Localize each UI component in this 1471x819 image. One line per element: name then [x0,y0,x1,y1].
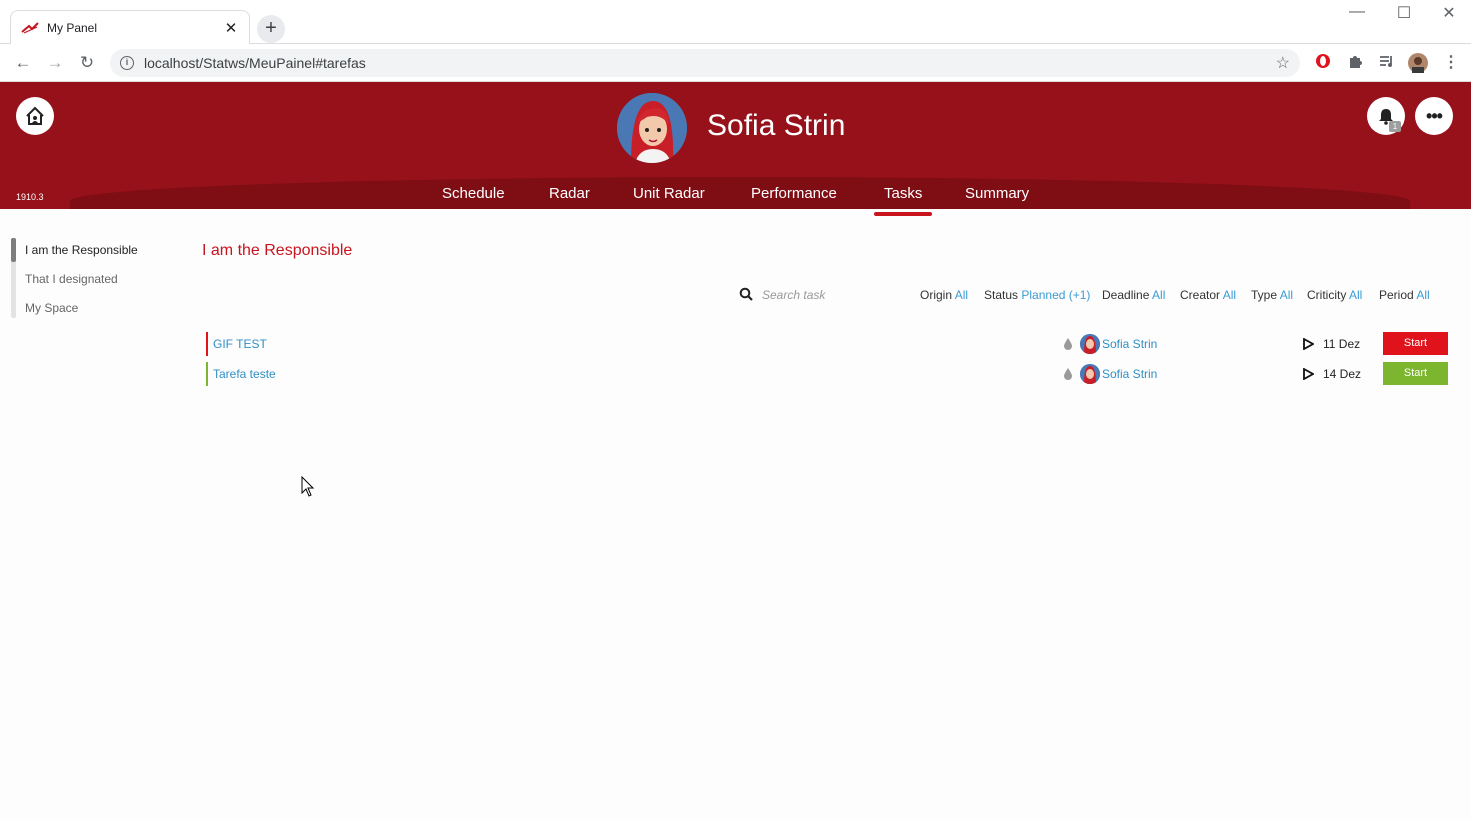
window-close-icon[interactable]: ✕ [1426,3,1471,23]
nav-performance[interactable]: Performance [751,185,837,202]
browser-toolbar: ← → ↻ i localhost/Statws/MeuPainel#taref… [0,44,1471,82]
filter-value: All [954,288,969,302]
task-owner[interactable]: Sofia Strin [1102,337,1157,351]
opera-icon[interactable] [1313,53,1333,73]
filter-type[interactable]: Type All [1251,288,1293,302]
start-button[interactable]: Start [1383,362,1448,385]
filter-label: Origin [920,288,953,302]
filter-status[interactable]: Status Planned (+1) [984,288,1090,302]
start-button[interactable]: Start [1383,332,1448,355]
filter-label: Status [984,288,1019,302]
notification-badge: 1 [1389,121,1401,132]
tab-close-icon[interactable]: ✕ [223,19,239,37]
filter-label: Criticity [1307,288,1347,302]
new-tab-button[interactable]: + [257,15,285,43]
sidebar-item-designated[interactable]: That I designated [25,272,118,286]
forward-icon[interactable]: → [42,50,68,76]
site-info-icon[interactable]: i [120,56,134,70]
search-icon [739,287,753,301]
task-name[interactable]: GIF TEST [213,337,267,351]
minimize-icon[interactable]: — [1334,3,1380,21]
filter-value: All [1416,288,1430,302]
menu-icon[interactable]: ⋮ [1441,53,1461,73]
priority-bar [206,332,208,356]
extensions-icon[interactable] [1345,53,1365,73]
owner-avatar [1080,364,1100,384]
filter-value: All [1279,288,1294,302]
filter-value: All [1222,288,1237,302]
avatar[interactable] [617,93,687,163]
filter-label: Creator [1180,288,1221,302]
profile-name: Sofia Strin [707,109,846,142]
task-date: 11 Dez [1323,337,1361,351]
filter-label: Type [1251,288,1278,302]
filter-period[interactable]: Period All [1379,288,1430,302]
maximize-icon[interactable]: ☐ [1381,3,1427,23]
filter-deadline[interactable]: Deadline All [1102,288,1165,302]
priority-bar [206,362,208,386]
search-input[interactable] [762,286,892,304]
address-bar[interactable]: i localhost/Statws/MeuPainel#tarefas ☆ [110,49,1300,77]
page-title: I am the Responsible [202,242,353,259]
task-date: 14 Dez [1323,367,1362,381]
task-name[interactable]: Tarefa teste [213,367,276,381]
profile-icon[interactable] [1408,53,1428,73]
tab-title: My Panel [47,21,98,35]
home-icon [26,106,44,125]
nav-summary[interactable]: Summary [965,185,1029,202]
filter-label: Deadline [1102,288,1150,302]
back-icon[interactable]: ← [10,50,36,76]
sidebar-active-indicator [11,238,16,262]
drop-icon [1064,368,1072,380]
filter-value: Planned (+1) [1021,288,1091,302]
reload-icon[interactable]: ↻ [74,50,100,76]
filter-creator[interactable]: Creator All [1180,288,1236,302]
filter-criticity[interactable]: Criticity All [1307,288,1362,302]
home-button[interactable] [16,97,54,135]
filter-label: Period [1379,288,1414,302]
browser-tabstrip: My Panel ✕ + — ☐ ✕ [0,0,1471,45]
filter-value: All [1152,288,1166,302]
more-options-button[interactable]: ••• [1415,97,1453,135]
drop-icon [1064,338,1072,350]
table-row: Tarefa teste Sofia Strin 14 Dez Start [206,362,1450,386]
table-row: GIF TEST Sofia Strin 11 Dez Start [206,332,1450,356]
mouse-cursor-icon [301,476,315,497]
url-text: localhost/Statws/MeuPainel#tarefas [144,55,366,71]
play-icon [1303,368,1314,380]
play-icon [1303,338,1314,350]
filter-origin[interactable]: Origin All [920,288,968,302]
nav-radar[interactable]: Radar [549,185,590,202]
browser-tab[interactable]: My Panel ✕ [10,10,250,45]
main-nav: Schedule Radar Unit Radar Performance Ta… [0,185,1471,209]
media-icon[interactable] [1376,53,1396,73]
app-header: 1910.3 Sofia Strin 1 ••• Schedule Radar … [0,82,1471,209]
bookmark-star-icon[interactable]: ☆ [1276,53,1290,73]
nav-unit-radar[interactable]: Unit Radar [633,185,705,202]
owner-avatar [1080,334,1100,354]
nav-schedule[interactable]: Schedule [442,185,505,202]
sidebar-item-my-space[interactable]: My Space [25,301,78,315]
task-owner[interactable]: Sofia Strin [1102,367,1157,381]
filter-value: All [1349,288,1363,302]
app-favicon-icon [21,22,39,34]
active-tab-indicator [874,212,932,216]
ellipsis-icon: ••• [1426,105,1443,126]
sidebar-item-responsible[interactable]: I am the Responsible [25,243,138,257]
nav-tasks[interactable]: Tasks [884,185,922,202]
